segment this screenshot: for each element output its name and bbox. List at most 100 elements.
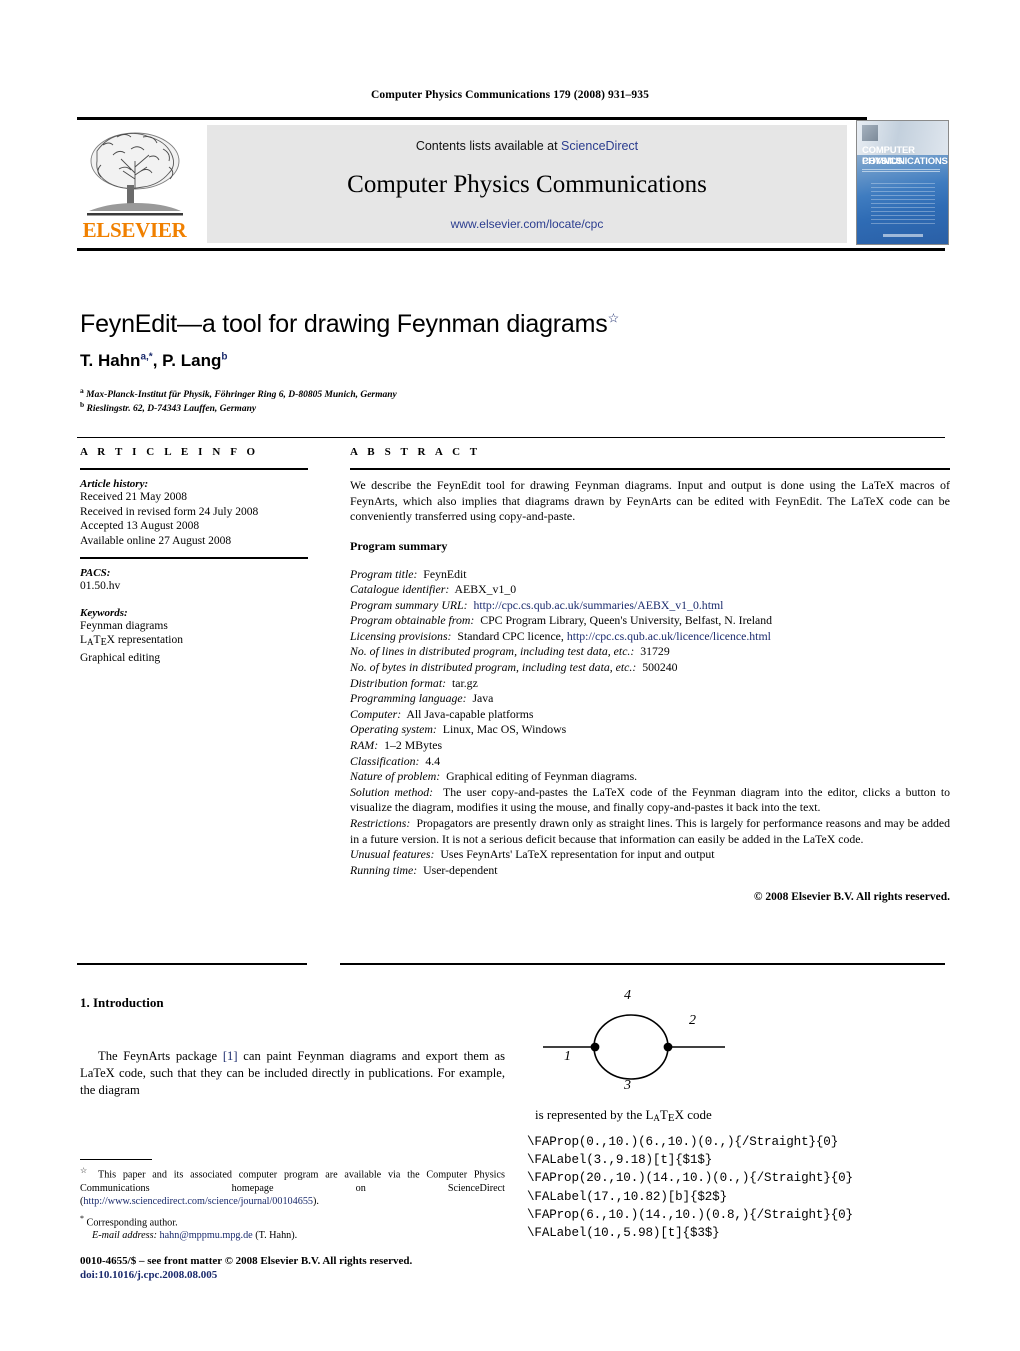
represented-by-line: is represented by the LATEX code [535,1107,712,1124]
journal-masthead: ELSEVIER Contents lists available at Sci… [77,117,949,251]
abstract-rule [350,468,950,470]
keyword-2: LATEX representation [80,634,183,648]
cover-publisher-icon [862,125,878,141]
doi-link[interactable]: doi:10.1016/j.cpc.2008.08.005 [80,1269,510,1281]
article-info-rule [80,468,308,470]
field-restrictions: Restrictions: Propagators are presently … [350,816,950,847]
affiliation-a: a Max-Planck-Institut für Physik, Föhrin… [80,386,397,400]
corresponding-author-text: Corresponding author. [86,1217,178,1228]
program-summary-url-link[interactable]: http://cpc.cs.qub.ac.uk/summaries/AEBX_v… [473,598,723,612]
email-link[interactable]: hahn@mppmu.mpg.de [160,1230,253,1241]
field-value: AEBX_v1_0 [454,582,517,597]
field-key: Computer: [350,706,402,721]
journal-url-link[interactable]: www.elsevier.com/locate/cpc [207,217,847,231]
author-1-affiliation-marker: a,* [140,351,153,363]
footnote-star-marker: ☆ [80,1166,92,1175]
field-operating-system: Operating system: Linux, Mac OS, Windows [350,722,950,738]
field-lines-count: No. of lines in distributed program, inc… [350,644,950,660]
affiliation-b-text: Rieslingstr. 62, D-74343 Lauffen, German… [86,404,257,415]
title-footnote-marker: ☆ [607,310,620,326]
field-value: tar.gz [451,675,478,690]
field-key: RAM: [350,738,379,753]
field-key: Solution method: [350,784,434,799]
field-value: Standard CPC licence, [457,628,567,643]
footnote-block: ☆ This paper and its associated computer… [80,1164,505,1243]
author-list: T. Hahna,*, P. Langb [80,351,227,371]
section-heading-introduction: 1. Introduction [80,995,164,1010]
field-value: The user copy-and-pastes the LaTeX code … [350,784,950,815]
footnote-star: ☆ This paper and its associated computer… [80,1164,505,1209]
field-value: Propagators are presently drawn only as … [350,816,950,846]
author-1: T. Hahn [80,351,141,370]
keywords-heading: Keywords: [80,606,128,619]
paper-page: Computer Physics Communications 179 (200… [0,0,1020,1351]
band-bottom-rule-left [77,963,307,965]
corresponding-author-marker: * [80,1213,84,1223]
field-key: Programming language: [350,691,467,706]
keyword-3: Graphical editing [80,651,161,664]
email-label: E-mail address: [92,1230,157,1242]
sciencedirect-link[interactable]: ScienceDirect [561,139,638,153]
affiliation-b-marker: b [80,400,85,409]
diagram-label-4: 4 [624,988,631,1003]
licence-link[interactable]: http://cpc.cs.qub.ac.uk/licence/licence.… [567,629,771,643]
elsevier-tree-icon [87,132,183,216]
field-value: All Java-capable platforms [406,706,534,721]
field-licensing-provisions: Licensing provisions: Standard CPC licen… [350,629,950,645]
issn-copyright-block: 0010-4655/$ – see front matter © 2008 El… [80,1255,510,1281]
field-key: Operating system: [350,722,437,737]
field-value: 1–2 MBytes [384,738,443,753]
field-key: Nature of problem: [350,769,441,784]
page-title-text: FeynEdit—a tool for drawing Feynman diag… [80,310,608,338]
band-top-rule [77,437,945,438]
field-key: Catalogue identifier: [350,582,450,597]
abstract-label: A B S T R A C T [350,446,481,458]
program-summary-heading: Program summary [350,538,448,553]
email-suffix: (T. Hahn). [252,1230,298,1242]
loop-propagator [593,1014,669,1080]
introduction-paragraph: The FeynArts package [1] can paint Feynm… [80,1048,505,1099]
elsevier-logo: ELSEVIER [77,125,192,245]
reference-link-1[interactable]: [1] [223,1049,238,1063]
cover-title-line2: COMMUNICATIONS [862,156,948,167]
affiliation-a-text: Max-Planck-Institut für Physik, Föhringe… [86,390,397,401]
field-key: No. of bytes in distributed program, inc… [350,660,637,675]
article-info-label: A R T I C L E I N F O [80,446,259,458]
cover-footer-mark [883,234,923,237]
author-2-affiliation-marker: b [221,351,228,363]
field-value: User-dependent [423,862,498,877]
band-bottom-rule-right [340,963,945,965]
running-head: Computer Physics Communications 179 (200… [371,89,649,101]
affiliation-a-marker: a [80,386,84,395]
masthead-top-rule [77,117,867,120]
vertex-left [590,1042,600,1052]
footnote-rule [80,1159,152,1160]
field-value: Linux, Mac OS, Windows [442,722,567,737]
cover-subtitle-rules [862,169,940,173]
sciencedirect-journal-link[interactable]: http://www.sciencedirect.com/science/jou… [83,1196,313,1207]
field-key: Program obtainable from: [350,613,475,628]
field-nature-of-problem: Nature of problem: Graphical editing of … [350,769,950,785]
field-value: 31729 [640,644,670,659]
masthead-bottom-rule [77,248,945,251]
journal-title: Computer Physics Communications [347,171,707,198]
field-distribution-format: Distribution format: tar.gz [350,676,950,692]
pacs-heading: PACS: [80,567,111,579]
field-key: Restrictions: [350,816,411,830]
footnote-email-line: E-mail address: hahn@mppmu.mpg.de (T. Ha… [92,1229,505,1242]
article-history-heading: Article history: [80,478,149,490]
issn-line: 0010-4655/$ – see front matter © 2008 El… [80,1255,413,1267]
latex-code-block[interactable]: \FAProp(0.,10.)(6.,10.)(0.,){/Straight}{… [527,1133,947,1242]
field-value: Graphical editing of Feynman diagrams. [446,769,638,784]
program-summary-fields: Program title: FeynEdit Catalogue identi… [350,567,950,879]
diagram-label-3: 3 [624,1078,631,1093]
contents-available-line: Contents lists available at ScienceDirec… [207,139,847,153]
field-programming-language: Programming language: Java [350,691,950,707]
article-info-rule-2 [80,557,308,559]
abstract-copyright: © 2008 Elsevier B.V. All rights reserved… [753,891,950,904]
field-value: Java [472,691,494,706]
journal-cover-thumbnail: COMPUTER PHYSICS COMMUNICATIONS [856,120,949,245]
cover-body-texture [871,183,935,227]
field-value: Uses FeynArts' LaTeX representation for … [440,847,715,862]
pacs-value: 01.50.hv [80,580,121,592]
